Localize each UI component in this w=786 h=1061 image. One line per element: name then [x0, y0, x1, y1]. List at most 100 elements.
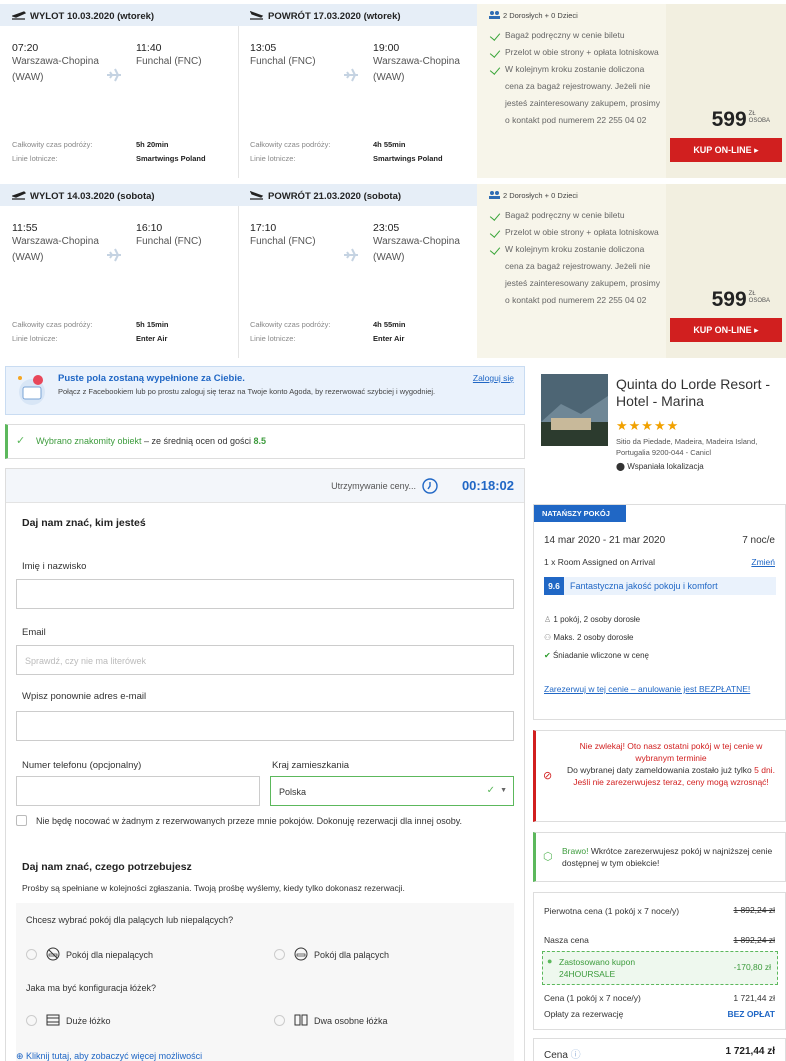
arr-place: Funchal (FNC) — [136, 56, 202, 67]
perk-item: W kolejnym kroku zostanie doliczona cena… — [489, 61, 664, 129]
hotel-address: Sitio da Piedade, Madeira, Madeira Islan… — [616, 437, 758, 457]
room-score: 9.6 Fantastyczna jakość pokoju i komfort — [544, 577, 776, 595]
dep-place: Warszawa-Chopina (WAW) — [12, 236, 99, 263]
feature-room: ♙ 1 pokój, 2 osoby dorosłe — [544, 615, 641, 624]
dep-time: 11:55 — [12, 222, 38, 234]
perk-item: Przelot w obie strony + opłata lotniskow… — [489, 224, 664, 241]
nights: 7 noc/e — [742, 535, 775, 546]
plus-circle-icon: ⊕ — [16, 1051, 27, 1061]
free-cancellation-link[interactable]: Zarezerwuj w tej cenie – anulowanie jest… — [544, 683, 764, 695]
buy-online-button[interactable]: KUP ON-LINE ▸ — [670, 138, 782, 162]
plane-icon — [344, 68, 358, 82]
dep-place: Warszawa-Chopina (WAW) — [12, 56, 99, 83]
no-smoking-icon — [46, 947, 60, 961]
hotel-photo — [541, 374, 608, 446]
autofill-icon — [18, 375, 45, 405]
buy-online-button[interactable]: KUP ON-LINE ▸ — [670, 318, 782, 342]
name-input[interactable] — [16, 579, 514, 609]
duration: 4h 55min — [373, 320, 406, 329]
duration: 4h 55min — [373, 140, 406, 149]
passengers: 2 Dorosłych + 0 Dzieci — [489, 11, 666, 20]
coupon-applied: ● Zastosowano kupon 24HOURSALE -170,80 z… — [542, 951, 778, 985]
twin-beds-icon — [294, 1014, 308, 1026]
change-room-link[interactable]: Zmień — [751, 557, 775, 567]
smoking-radio[interactable] — [274, 949, 285, 960]
people-icon — [489, 191, 500, 199]
arr-time: 23:05 — [373, 222, 400, 234]
outbound-header: WYLOT 14.03.2020 (sobota) — [0, 184, 238, 206]
urgency-alert: ⊘ Nie zwlekaj! Oto nasz ostatni pokój w … — [533, 730, 786, 822]
star-rating: ★★★★★ — [616, 418, 680, 433]
map-pin-icon: ⬤ — [616, 462, 628, 471]
airline: Smartwings Poland — [373, 154, 443, 163]
info-icon[interactable]: ⓘ — [568, 1050, 581, 1061]
double-bed-icon — [46, 1014, 60, 1026]
total-price-bar: Cena ⓘ 1 721,44 zł — [533, 1038, 786, 1061]
not-staying-checkbox[interactable] — [16, 815, 27, 826]
needs-title: Daj nam znać, czego potrzebujesz — [22, 861, 192, 873]
check-icon: ✓ — [16, 435, 26, 447]
dep-time: 13:05 — [250, 42, 277, 54]
hold-timer: 00:18:02 — [461, 478, 514, 493]
arr-place: Warszawa-Chopina (WAW) — [373, 236, 460, 263]
original-price: 1 892,24 zł — [733, 905, 775, 915]
twin-beds-radio[interactable] — [274, 1015, 285, 1026]
duration: 5h 15min — [136, 320, 169, 329]
smoking-icon — [294, 947, 308, 961]
location-badge: ⬤ Wspaniała lokalizacja — [616, 462, 704, 471]
perk-item: Przelot w obie strony + opłata lotniskow… — [489, 44, 664, 61]
price-hold-bar: Utrzymywanie ceny... 00:18:02 — [6, 469, 524, 503]
perk-item: Bagaż podręczny w cenie biletu — [489, 27, 664, 44]
feature-breakfast: ✔ Śniadanie wliczone w cenę — [544, 651, 649, 660]
large-bed-radio[interactable] — [26, 1015, 37, 1026]
more-options-link[interactable]: ⊕ Kliknij tutaj, aby zobaczyć więcej moż… — [16, 1051, 202, 1061]
facebook-login-banner: Puste pola zostaną wypełnione za Ciebie.… — [5, 366, 525, 415]
phone-input[interactable] — [16, 776, 260, 806]
email-input[interactable]: Sprawdź, czy nie ma literówek — [16, 645, 514, 675]
divider — [238, 26, 239, 178]
check-icon: ✓ — [486, 785, 495, 796]
arr-time: 11:40 — [136, 42, 162, 54]
check-icon: ✔ — [544, 651, 553, 660]
perks-panel: 2 Dorosłych + 0 Dzieci Bagaż podręczny w… — [477, 184, 666, 358]
room-box: NATAŃSZY POKÓJ 14 mar 2020 - 21 mar 2020… — [533, 504, 786, 720]
return-header: POWRÓT 21.03.2020 (sobota) — [238, 184, 477, 206]
dep-place: Funchal (FNC) — [250, 236, 316, 247]
plane-icon — [107, 68, 121, 82]
price-breakdown: Pierwotna cena (1 pokój x 7 noce/y) 1 89… — [533, 892, 786, 1030]
duration: 5h 20min — [136, 140, 169, 149]
fb-title: Puste pola zostaną wypełnione za Ciebie. — [58, 373, 245, 384]
hotel-name: Quinta do Lorde Resort - Hotel - Marina — [616, 376, 771, 409]
dep-time: 17:10 — [250, 222, 277, 234]
selected-property-banner: ✓ Wybrano znakomity obiekt – ze średnią … — [5, 424, 525, 459]
people-icon — [489, 11, 500, 19]
price: 599 ZŁ OSOBA — [711, 288, 770, 311]
our-price: 1 892,24 zł — [733, 935, 775, 945]
email-confirm-input[interactable] — [16, 711, 514, 741]
arr-time: 16:10 — [136, 222, 163, 234]
perk-item: Bagaż podręczny w cenie biletu — [489, 207, 664, 224]
dep-time: 07:20 — [12, 42, 39, 54]
who-title: Daj nam znać, kim jesteś — [22, 517, 146, 529]
takeoff-icon — [12, 11, 26, 20]
non-smoking-radio[interactable] — [26, 949, 37, 960]
coupon-discount: -170,80 zł — [733, 962, 771, 972]
cheapest-room-ribbon: NATAŃSZY POKÓJ — [534, 505, 626, 522]
country-select[interactable]: Polska ✓ ▼ — [270, 776, 514, 806]
airline: Enter Air — [136, 334, 168, 343]
price: 599 ZŁ OSOBA — [711, 108, 770, 131]
login-link[interactable]: Zaloguj się — [473, 373, 514, 383]
fb-subtitle: Połącz z Facebookiem lub po prostu zalog… — [58, 387, 436, 396]
special-requests: Chcesz wybrać pokój dla palących lub nie… — [16, 903, 514, 1061]
airline: Enter Air — [373, 334, 405, 343]
clock-icon — [422, 478, 438, 494]
total-price: 1 721,44 zł — [725, 1046, 775, 1057]
flight-offer-1: WYLOT 10.03.2020 (wtorek) POWRÓT 17.03.2… — [0, 4, 786, 178]
room-price: 1 721,44 zł — [733, 993, 775, 1003]
people-icon: ⚇ — [544, 633, 554, 642]
plane-icon — [107, 248, 121, 262]
alarm-icon: ⊘ — [543, 770, 553, 782]
landing-icon — [250, 11, 264, 20]
return-header: POWRÓT 17.03.2020 (wtorek) — [238, 4, 477, 26]
outbound-header: WYLOT 10.03.2020 (wtorek) — [0, 4, 238, 26]
